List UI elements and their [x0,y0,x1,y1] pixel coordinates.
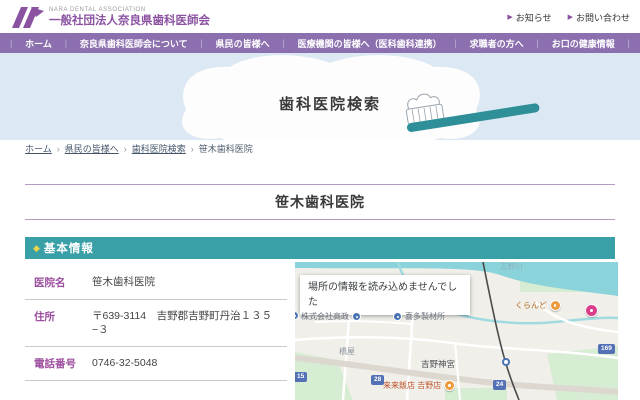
news-link-label: お知らせ [516,11,552,24]
route-shield: 24 [493,380,506,390]
row-value: 〒639-3114 吉野郡吉野町丹治１３５−３ [92,309,287,337]
row-value: 0746-32-5048 [92,356,157,370]
nav-item-oral-health[interactable]: お口の健康情報 [552,37,615,50]
map-poi-restaurant[interactable]: 来来飯店 吉野店 [383,380,455,391]
breadcrumb-residents[interactable]: 県民の皆様へ [65,142,119,155]
nav-item-about[interactable]: 奈良県歯科医師会について [80,37,188,50]
embedded-map[interactable]: 吉野川 場所の情報を読み込めませんでした 株式会社高政 喜多製材所 くらんど 橋… [295,262,618,400]
table-row-phone: 電話番号 0746-32-5048 [25,347,287,381]
breadcrumb-separator: › [57,144,60,154]
nav-divider: | [10,38,12,48]
site-logo[interactable]: NARA DENTAL ASSOCIATION 一般社団法人奈良県歯科医師会 [10,5,210,29]
route-shield: 169 [598,344,615,354]
map-poi-kurando[interactable]: くらんど [515,300,561,311]
nav-divider: | [282,38,284,48]
breadcrumb-home[interactable]: ホーム [25,142,52,155]
route-shield: 15 [295,372,307,382]
map-poi-sawmill[interactable]: 喜多製材所 [393,311,445,322]
nav-divider: | [455,38,457,48]
river-label: 吉野川 [500,262,523,272]
cafe-poi-icon [550,300,561,311]
breadcrumb-separator: › [124,144,127,154]
arrow-icon: ▶ [507,14,512,21]
row-value: 笹木歯科医院 [92,275,155,289]
breadcrumb-current: 笹木歯科医院 [199,142,253,155]
contact-link[interactable]: ▶ お問い合わせ [568,11,630,24]
logo-mark [10,5,44,29]
row-label: 電話番号 [34,356,92,371]
news-link[interactable]: ▶ お知らせ [507,11,551,24]
nav-item-residents[interactable]: 県民の皆様へ [216,37,270,50]
map-error-popup: 場所の情報を読み込めませんでした [300,275,470,315]
basic-info-section-header: ◆ 基本情報 [25,237,615,259]
logo-subtitle: NARA DENTAL ASSOCIATION [49,6,210,14]
photo-poi-icon[interactable] [585,304,598,317]
nav-divider: | [65,38,67,48]
map-poi-company[interactable]: 株式会社高政 [301,311,361,322]
row-label: 住所 [34,309,92,324]
nav-divider: | [628,38,630,48]
row-label: 医院名 [34,275,92,290]
route-shield: 28 [371,375,384,385]
basic-info-table: 医院名 笹木歯科医院 住所 〒639-3114 吉野郡吉野町丹治１３５−３ 電話… [25,266,287,381]
nav-divider: | [537,38,539,48]
toothbrush-icon [393,87,545,139]
table-row-address: 住所 〒639-3114 吉野郡吉野町丹治１３５−３ [25,300,287,347]
business-poi-icon [393,312,402,321]
arrow-icon: ▶ [568,14,573,21]
breadcrumb: ホーム › 県民の皆様へ › 歯科医院検索 › 笹木歯科医院 [25,142,253,155]
section-title: 基本情報 [44,240,94,256]
table-row-clinic-name: 医院名 笹木歯科医院 [25,266,287,300]
breadcrumb-separator: › [191,144,194,154]
contact-link-label: お問い合わせ [576,11,630,24]
map-station-label[interactable]: 吉野神宮 [421,358,455,370]
business-poi-icon [352,312,361,321]
page-title: 笹木歯科医院 [25,184,615,220]
nav-divider: | [200,38,202,48]
breadcrumb-search[interactable]: 歯科医院検索 [132,142,186,155]
nav-item-home[interactable]: ホーム [25,37,52,50]
map-area-hashiya: 橋屋 [339,346,355,357]
site-header: NARA DENTAL ASSOCIATION 一般社団法人奈良県歯科医師会 ▶… [0,0,640,33]
diamond-icon: ◆ [33,244,40,253]
restaurant-poi-icon [444,380,455,391]
nav-item-jobs[interactable]: 求職者の方へ [470,37,524,50]
page: NARA DENTAL ASSOCIATION 一般社団法人奈良県歯科医師会 ▶… [0,0,640,400]
header-links: ▶ お知らせ ▶ お問い合わせ [507,11,630,24]
nav-item-medical[interactable]: 医療機関の皆様へ（医科歯科連携） [298,37,442,50]
hero-banner: 歯科医院検索 [0,53,640,140]
train-station-icon[interactable] [502,358,510,366]
global-nav: | ホーム | 奈良県歯科医師会について | 県民の皆様へ | 医療機関の皆様へ… [0,33,640,53]
logo-title: 一般社団法人奈良県歯科医師会 [49,14,210,28]
